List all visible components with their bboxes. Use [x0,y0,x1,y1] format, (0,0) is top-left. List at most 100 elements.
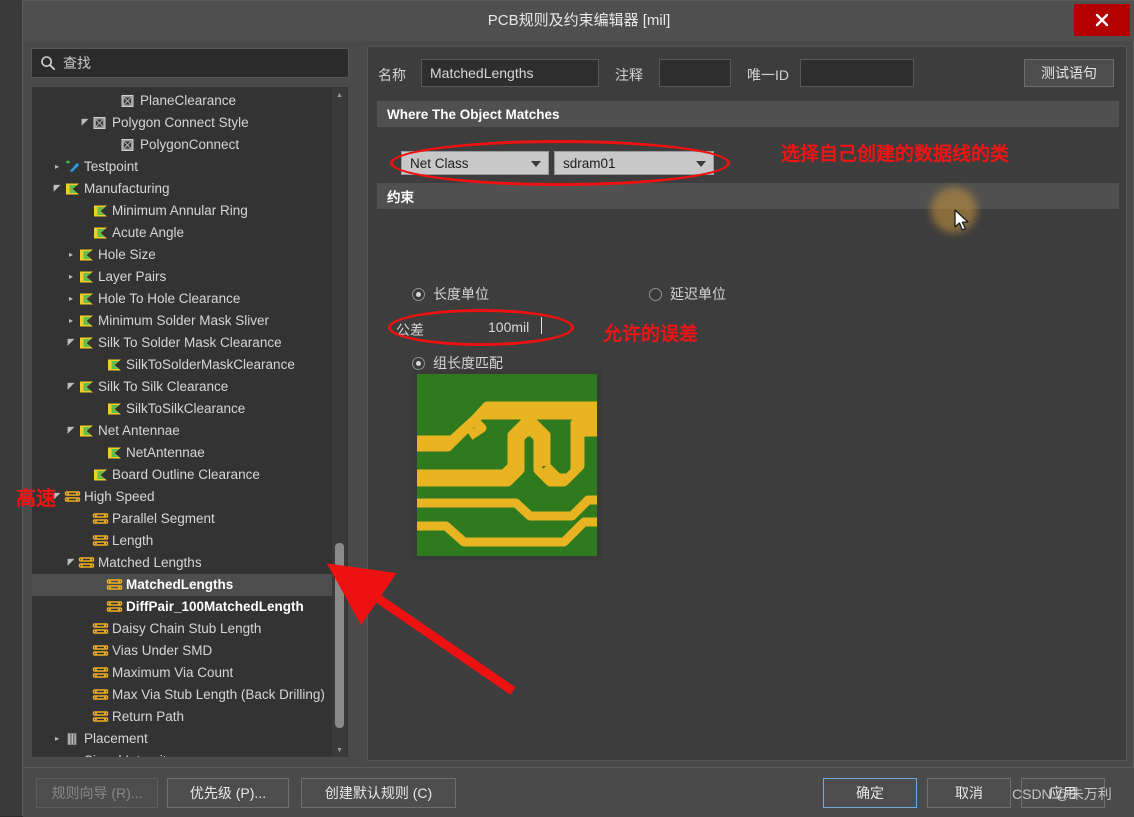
tree-item-vias-under-smd[interactable]: Vias Under SMD [32,640,332,662]
scrollbar-thumb[interactable] [335,543,344,728]
tree-item-label: Acute Angle [112,225,185,240]
tree-item-max-via-stub-length-back-drilling[interactable]: Max Via Stub Length (Back Drilling) [32,684,332,706]
rules-tree[interactable]: PlaneClearance ◢ Polygon Connect Style Poly… [31,86,349,758]
tree-item-manufacturing[interactable]: ◢ Manufacturing [32,178,332,200]
tree-item-maximum-via-count[interactable]: Maximum Via Count [32,662,332,684]
tree-item-silk-to-silk-clearance[interactable]: ◢ Silk To Silk Clearance [32,376,332,398]
tree-item-label: Hole Size [98,247,156,262]
tree-item-return-path[interactable]: Return Path [32,706,332,728]
scroll-down-icon[interactable]: ▼ [332,743,347,757]
tree-item-hole-to-hole-clearance[interactable]: ▸ Hole To Hole Clearance [32,288,332,310]
mfg-icon [80,337,93,349]
tolerance-input[interactable]: 100mil [488,319,529,335]
comment-field[interactable] [659,59,731,87]
tree-item-net-antennae[interactable]: ◢ Net Antennae [32,420,332,442]
plane-icon [121,95,134,107]
tree-scrollbar[interactable]: ▲ ▼ [332,88,347,757]
close-icon[interactable] [1074,4,1130,36]
tree-item-layer-pairs[interactable]: ▸ Layer Pairs [32,266,332,288]
expander-collapsed-icon[interactable]: ▸ [50,728,64,750]
tree-item-silktosoldermaskclearance[interactable]: SilkToSolderMaskClearance [32,354,332,376]
expander-expanded-icon[interactable]: ◢ [64,552,78,574]
tree-item-acute-angle[interactable]: Acute Angle [32,222,332,244]
name-field[interactable]: MatchedLengths [421,59,599,87]
unique-id-field[interactable] [800,59,914,87]
tree-item-label: Length [112,533,154,548]
unit-delay-radio[interactable]: 延迟单位 [649,284,726,304]
tree-item-parallel-segment[interactable]: Parallel Segment [32,508,332,530]
highspeed-icon [64,491,81,502]
annotation-high-speed: 高速 [16,488,56,510]
constraint-section-header: 约束 [377,183,1119,209]
highspeed-icon [106,601,123,612]
tree-item-board-outline-clearance[interactable]: Board Outline Clearance [32,464,332,486]
expander-expanded-icon[interactable]: ◢ [78,112,92,134]
tree-item-polygon-connect-style[interactable]: ◢ Polygon Connect Style [32,112,332,134]
tree-item-label: SilkToSolderMaskClearance [126,357,295,372]
expander-collapsed-icon[interactable]: ▸ [64,244,78,266]
tree-item-netantennae[interactable]: NetAntennae [32,442,332,464]
scope-value-text: sdram01 [563,155,616,171]
expander-collapsed-icon[interactable]: ▸ [50,156,64,178]
tree-item-label: MatchedLengths [126,577,234,592]
tree-item-label: Hole To Hole Clearance [98,291,241,306]
tree-item-hole-size[interactable]: ▸ Hole Size [32,244,332,266]
tree-item-diffpair-100matchedlength[interactable]: DiffPair_100MatchedLength [32,596,332,618]
priority-label: 优先级 (P)... [189,785,267,801]
tree-item-silk-to-solder-mask-clearance[interactable]: ◢ Silk To Solder Mask Clearance [32,332,332,354]
tree-item-minimum-solder-mask-sliver[interactable]: ▸ Minimum Solder Mask Sliver [32,310,332,332]
tree-item-matched-lengths[interactable]: ◢ Matched Lengths [32,552,332,574]
cancel-button[interactable]: 取消 [927,778,1011,808]
mfg-icon [80,315,93,327]
priority-button[interactable]: 优先级 (P)... [167,778,289,808]
tree-item-label: Return Path [112,709,185,724]
create-default-rules-button[interactable]: 创建默认规则 (C) [301,778,456,808]
scroll-up-icon[interactable]: ▲ [332,88,347,103]
mfg-icon [80,249,93,261]
scope-value-dropdown[interactable]: sdram01 [554,151,714,175]
where-section-title: Where The Object Matches [387,106,560,122]
comment-label: 注释 [615,67,643,83]
tree-item-high-speed[interactable]: ◢ High Speed [32,486,332,508]
scope-type-dropdown[interactable]: Net Class [401,151,549,175]
expander-expanded-icon[interactable]: ◢ [64,420,78,442]
mfg-icon [80,381,93,393]
expander-collapsed-icon[interactable]: ▸ [64,288,78,310]
mfg-icon [94,227,107,239]
tree-item-matchedlengths[interactable]: MatchedLengths [32,574,332,596]
expander-collapsed-icon[interactable]: ▸ [64,310,78,332]
search-input[interactable]: 查找 [31,48,349,78]
tree-item-label: Placement [84,731,148,746]
testpoint-icon [66,160,80,173]
tree-item-label: Parallel Segment [112,511,215,526]
csdn-watermark: CSDN @朱万利 [1012,786,1112,802]
tree-item-minimum-annular-ring[interactable]: Minimum Annular Ring [32,200,332,222]
rule-wizard-button[interactable]: 规则向导 (R)... [36,778,158,808]
expander-expanded-icon[interactable]: ◢ [64,332,78,354]
tree-item-planeclearance[interactable]: PlaneClearance [32,90,332,112]
tree-item-length[interactable]: Length [32,530,332,552]
test-statement-button[interactable]: 测试语句 [1024,59,1114,87]
expander-collapsed-icon[interactable]: ▸ [64,266,78,288]
highspeed-icon [92,667,109,678]
mfg-icon [108,447,121,459]
ok-button[interactable]: 确定 [823,778,917,808]
mfg-icon [108,403,121,415]
create-default-label: 创建默认规则 (C) [324,785,433,801]
radio-indicator [649,287,662,301]
expander-expanded-icon[interactable]: ◢ [64,376,78,398]
tree-item-testpoint[interactable]: ▸ Testpoint [32,156,332,178]
expander-expanded-icon[interactable]: ◢ [50,178,64,200]
tree-item-signal-integrity[interactable]: ▸ Signal Integrity [32,750,332,757]
constraint-section-title: 约束 [387,190,414,205]
tree-item-label: Vias Under SMD [112,643,213,658]
tree-item-label: Signal Integrity [84,750,173,757]
tree-item-polygonconnect[interactable]: PolygonConnect [32,134,332,156]
tree-item-daisy-chain-stub-length[interactable]: Daisy Chain Stub Length [32,618,332,640]
tree-item-silktosilkclearance[interactable]: SilkToSilkClearance [32,398,332,420]
rule-editor-panel: 名称 MatchedLengths 注释 唯一ID 测试语句 Where The… [367,46,1127,761]
unit-length-radio[interactable]: 长度单位 [412,284,489,304]
tree-item-placement[interactable]: ▸ Placement [32,728,332,750]
tree-item-label: PolygonConnect [140,137,240,152]
expander-collapsed-icon[interactable]: ▸ [50,750,64,757]
